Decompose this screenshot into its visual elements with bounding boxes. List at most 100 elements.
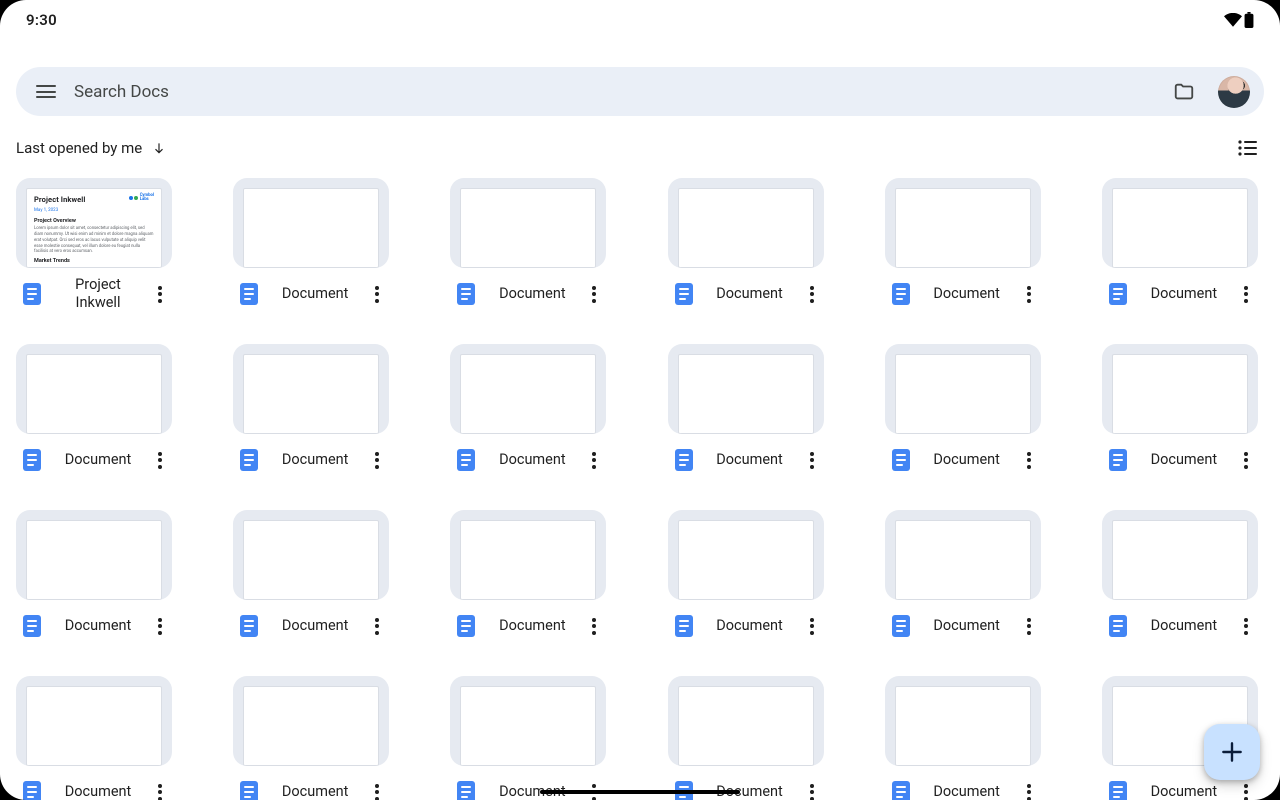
docs-icon xyxy=(668,615,700,637)
document-thumbnail[interactable] xyxy=(450,178,606,268)
account-avatar[interactable] xyxy=(1218,76,1250,108)
document-title: Document xyxy=(704,451,796,469)
document-title: Document xyxy=(704,617,796,635)
more-vertical-icon xyxy=(592,615,596,637)
more-vertical-icon xyxy=(158,283,162,305)
more-vertical-icon xyxy=(1244,781,1248,800)
more-options-button[interactable] xyxy=(582,283,606,305)
more-vertical-icon xyxy=(592,283,596,305)
document-thumbnail[interactable] xyxy=(233,178,389,268)
menu-button[interactable] xyxy=(26,72,66,112)
document-title: Document xyxy=(269,783,361,800)
document-thumbnail[interactable] xyxy=(885,178,1041,268)
document-title: Document xyxy=(269,617,361,635)
docs-icon xyxy=(668,449,700,471)
document-thumbnail[interactable] xyxy=(450,344,606,434)
navigation-handle[interactable] xyxy=(540,790,740,794)
hamburger-icon xyxy=(36,82,56,102)
docs-icon xyxy=(1102,449,1134,471)
wifi-icon xyxy=(1224,13,1242,27)
document-card: Document xyxy=(885,344,1041,482)
more-options-button[interactable] xyxy=(1017,449,1041,471)
more-options-button[interactable] xyxy=(365,449,389,471)
document-thumbnail[interactable] xyxy=(885,676,1041,766)
document-title: Document xyxy=(52,451,144,469)
more-options-button[interactable] xyxy=(1234,781,1258,800)
more-vertical-icon xyxy=(810,781,814,800)
docs-icon xyxy=(450,781,482,800)
document-thumbnail[interactable]: CymbolLabsProject InkwellMay 1, 2023Proj… xyxy=(16,178,172,268)
more-vertical-icon xyxy=(375,449,379,471)
document-thumbnail[interactable] xyxy=(16,344,172,434)
sort-label: Last opened by me xyxy=(16,139,142,157)
document-thumbnail[interactable] xyxy=(233,344,389,434)
more-options-button[interactable] xyxy=(582,449,606,471)
folder-button[interactable] xyxy=(1164,72,1204,112)
more-options-button[interactable] xyxy=(800,283,824,305)
more-options-button[interactable] xyxy=(800,449,824,471)
more-options-button[interactable] xyxy=(1017,781,1041,800)
more-options-button[interactable] xyxy=(1234,615,1258,637)
more-vertical-icon xyxy=(1244,283,1248,305)
document-thumbnail[interactable] xyxy=(233,676,389,766)
document-thumbnail[interactable] xyxy=(233,510,389,600)
more-options-button[interactable] xyxy=(1234,449,1258,471)
document-card: Document xyxy=(233,344,389,482)
new-document-fab[interactable] xyxy=(1204,724,1260,780)
document-thumbnail[interactable] xyxy=(450,676,606,766)
more-vertical-icon xyxy=(1027,781,1031,800)
arrow-down-icon xyxy=(152,141,166,155)
document-card: Document xyxy=(233,676,389,800)
more-options-button[interactable] xyxy=(1017,283,1041,305)
document-thumbnail[interactable] xyxy=(668,344,824,434)
more-vertical-icon xyxy=(158,615,162,637)
more-options-button[interactable] xyxy=(148,615,172,637)
document-thumbnail[interactable] xyxy=(885,510,1041,600)
document-card: Document xyxy=(16,676,172,800)
document-title: Document xyxy=(921,617,1013,635)
more-options-button[interactable] xyxy=(365,283,389,305)
docs-icon xyxy=(1102,283,1134,305)
document-thumbnail[interactable] xyxy=(1102,510,1258,600)
document-thumbnail[interactable] xyxy=(668,676,824,766)
docs-icon xyxy=(450,283,482,305)
search-input[interactable]: Search Docs xyxy=(74,82,1156,102)
document-card: Document xyxy=(885,178,1041,316)
search-bar[interactable]: Search Docs xyxy=(16,67,1264,116)
docs-icon xyxy=(16,283,48,305)
document-card: Document xyxy=(885,510,1041,648)
more-options-button[interactable] xyxy=(365,615,389,637)
document-thumbnail[interactable] xyxy=(1102,178,1258,268)
document-card: Document xyxy=(233,178,389,316)
document-thumbnail[interactable] xyxy=(16,676,172,766)
document-thumbnail[interactable] xyxy=(885,344,1041,434)
more-options-button[interactable] xyxy=(148,283,172,305)
document-thumbnail[interactable] xyxy=(1102,344,1258,434)
more-options-button[interactable] xyxy=(148,449,172,471)
more-options-button[interactable] xyxy=(800,615,824,637)
list-view-icon xyxy=(1236,136,1260,160)
document-thumbnail[interactable] xyxy=(16,510,172,600)
more-options-button[interactable] xyxy=(582,615,606,637)
more-options-button[interactable] xyxy=(800,781,824,800)
document-title: Document xyxy=(1138,783,1230,800)
document-title: Document xyxy=(486,285,578,303)
document-thumbnail[interactable] xyxy=(450,510,606,600)
more-options-button[interactable] xyxy=(365,781,389,800)
more-options-button[interactable] xyxy=(1234,283,1258,305)
docs-icon xyxy=(233,449,265,471)
document-thumbnail[interactable] xyxy=(668,178,824,268)
more-options-button[interactable] xyxy=(1017,615,1041,637)
document-title: Document xyxy=(1138,617,1230,635)
clock: 9:30 xyxy=(26,11,57,29)
document-title: Document xyxy=(921,451,1013,469)
more-vertical-icon xyxy=(1027,449,1031,471)
document-card: Document xyxy=(450,344,606,482)
document-thumbnail[interactable] xyxy=(668,510,824,600)
sort-control[interactable]: Last opened by me xyxy=(16,139,166,157)
more-options-button[interactable] xyxy=(148,781,172,800)
document-card: Document xyxy=(668,676,824,800)
more-vertical-icon xyxy=(810,449,814,471)
list-view-button[interactable] xyxy=(1236,136,1260,160)
docs-icon xyxy=(885,283,917,305)
